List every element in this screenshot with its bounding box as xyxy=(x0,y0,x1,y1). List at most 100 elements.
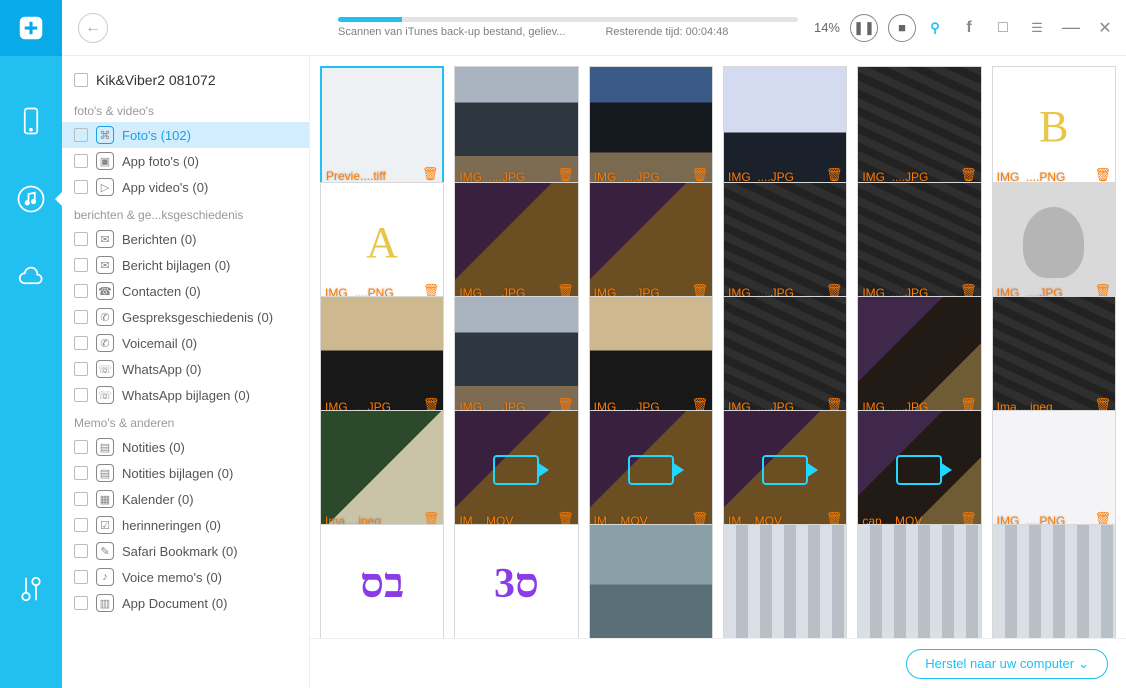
thumbnail[interactable]: IMG_....JPG🗑 xyxy=(454,66,578,187)
tree-item[interactable]: ▣App foto's (0) xyxy=(62,148,309,174)
thumbnail[interactable]: IM....MOV🗑 xyxy=(723,410,847,531)
checkbox[interactable] xyxy=(74,440,88,454)
thumbnail[interactable] xyxy=(723,524,847,638)
feedback-icon[interactable]: □ xyxy=(994,19,1012,37)
thumbnail[interactable]: IMG_....JPG🗑 xyxy=(320,296,444,417)
tree-item[interactable]: ✆Gespreksgeschiedenis (0) xyxy=(62,304,309,330)
thumbnail[interactable]: IMG_....JPG🗑 xyxy=(723,66,847,187)
thumbnail[interactable]: AIMG_....PNG🗑 xyxy=(320,182,444,303)
thumbnail[interactable] xyxy=(857,524,981,638)
checkbox[interactable] xyxy=(74,492,88,506)
video-overlay-icon xyxy=(628,455,674,485)
tree-item[interactable]: ☏WhatsApp bijlagen (0) xyxy=(62,382,309,408)
tree-item[interactable]: ☑herinneringen (0) xyxy=(62,512,309,538)
checkbox[interactable] xyxy=(74,180,88,194)
tree-item-label: App video's (0) xyxy=(122,180,208,195)
tree-item-label: Gespreksgeschiedenis (0) xyxy=(122,310,273,325)
thumbnail[interactable]: IMG_....JPG🗑 xyxy=(589,182,713,303)
thumbnail[interactable]: Previe....tiff🗑 xyxy=(320,66,444,187)
pause-button[interactable]: ❚❚ xyxy=(850,14,878,42)
checkbox[interactable] xyxy=(74,310,88,324)
category-icon: ▦ xyxy=(96,490,114,508)
rail-music-icon[interactable] xyxy=(0,160,62,238)
tree-item[interactable]: ▤ Notities bijlagen (0) xyxy=(62,460,309,486)
section-label: Memo's & anderen xyxy=(62,408,309,434)
rail-device-icon[interactable] xyxy=(0,82,62,160)
thumbnail[interactable]: IMG_....JPG🗑 xyxy=(589,296,713,417)
thumbnail[interactable]: IMG_....JPG🗑 xyxy=(454,296,578,417)
thumbnail-grid: Previe....tiff🗑IMG_....JPG🗑IMG_....JPG🗑I… xyxy=(310,56,1126,638)
menu-icon[interactable]: ☰ xyxy=(1028,19,1046,37)
thumbnail[interactable] xyxy=(992,524,1116,638)
thumbnail[interactable]: בס xyxy=(320,524,444,638)
category-icon: ☑ xyxy=(96,516,114,534)
header: ← Scannen van iTunes back-up bestand, ge… xyxy=(62,0,1126,56)
tree-item[interactable]: ☎Contacten (0) xyxy=(62,278,309,304)
thumbnail[interactable]: Ima....jpeg🗑 xyxy=(320,410,444,531)
checkbox[interactable] xyxy=(74,570,88,584)
stop-button[interactable]: ■ xyxy=(888,14,916,42)
rail-cloud-icon[interactable] xyxy=(0,238,62,316)
checkbox[interactable] xyxy=(74,154,88,168)
key-icon[interactable]: ⚲ xyxy=(926,19,944,37)
left-rail xyxy=(0,0,62,688)
checkbox[interactable] xyxy=(74,544,88,558)
trash-icon[interactable]: 🗑 xyxy=(691,167,708,183)
minimize-icon[interactable]: — xyxy=(1062,19,1080,37)
thumbnail[interactable] xyxy=(589,524,713,638)
thumbnail[interactable]: ס3 xyxy=(454,524,578,638)
checkbox[interactable] xyxy=(74,362,88,376)
tree-item[interactable]: ⌘Foto's (102) xyxy=(62,122,309,148)
trash-icon[interactable]: 🗑 xyxy=(557,167,574,183)
thumbnail[interactable]: Ima....jpeg🗑 xyxy=(992,296,1116,417)
tree-item[interactable]: ☏WhatsApp (0) xyxy=(62,356,309,382)
thumbnail[interactable]: IMG_....PNG🗑 xyxy=(992,410,1116,531)
rail-tools-icon[interactable] xyxy=(0,550,62,628)
tree-item[interactable]: ▥App Document (0) xyxy=(62,590,309,616)
thumbnail[interactable]: IMG_....JPG🗑 xyxy=(723,182,847,303)
thumbnail[interactable]: IM....MOV🗑 xyxy=(589,410,713,531)
thumbnail[interactable]: BIMG_....PNG🗑 xyxy=(992,66,1116,187)
tree-item[interactable]: ✎Safari Bookmark (0) xyxy=(62,538,309,564)
checkbox[interactable] xyxy=(74,284,88,298)
video-overlay-icon xyxy=(493,455,539,485)
footer: Herstel naar uw computer⌄ xyxy=(310,638,1126,688)
tree-item-label: Berichten (0) xyxy=(122,232,196,247)
thumbnail[interactable]: IMG_....JPG🗑 xyxy=(857,66,981,187)
trash-icon[interactable]: 🗑 xyxy=(1094,167,1111,183)
trash-icon[interactable]: 🗑 xyxy=(960,167,977,183)
tree-item[interactable]: ▦Kalender (0) xyxy=(62,486,309,512)
checkbox[interactable] xyxy=(74,518,88,532)
tree-item[interactable]: ♪Voice memo's (0) xyxy=(62,564,309,590)
thumbnail[interactable]: IMG_....JPG🗑 xyxy=(857,296,981,417)
thumbnail[interactable]: IMG_....JPG🗑 xyxy=(589,66,713,187)
tree-item[interactable]: ▷App video's (0) xyxy=(62,174,309,200)
trash-icon[interactable]: 🗑 xyxy=(826,167,843,183)
thumbnail[interactable]: IMG_....JPG🗑 xyxy=(723,296,847,417)
tree-item[interactable]: ✆Voicemail (0) xyxy=(62,330,309,356)
back-button[interactable]: ← xyxy=(78,13,108,43)
trash-icon[interactable]: 🗑 xyxy=(422,166,439,182)
checkbox[interactable] xyxy=(74,596,88,610)
thumbnail[interactable]: IMG_....JPG🗑 xyxy=(992,182,1116,303)
thumbnail[interactable]: cap....MOV🗑 xyxy=(857,410,981,531)
tree-item-label: Notities bijlagen (0) xyxy=(122,466,233,481)
device-title[interactable]: Kik&Viber2 081072 xyxy=(62,68,309,96)
facebook-icon[interactable]: f xyxy=(960,19,978,37)
checkbox[interactable] xyxy=(74,232,88,246)
checkbox[interactable] xyxy=(74,73,88,87)
thumbnail[interactable]: IMG_....JPG🗑 xyxy=(454,182,578,303)
restore-button[interactable]: Herstel naar uw computer⌄ xyxy=(906,649,1108,679)
checkbox[interactable] xyxy=(74,128,88,142)
checkbox[interactable] xyxy=(74,336,88,350)
thumbnail[interactable]: IM....MOV🗑 xyxy=(454,410,578,531)
tree-item[interactable]: ▤Notities (0) xyxy=(62,434,309,460)
category-icon: ▤ xyxy=(96,464,114,482)
close-icon[interactable]: ✕ xyxy=(1096,19,1114,37)
tree-item[interactable]: ✉Berichten (0) xyxy=(62,226,309,252)
checkbox[interactable] xyxy=(74,466,88,480)
thumbnail[interactable]: IMG_....JPG🗑 xyxy=(857,182,981,303)
tree-item[interactable]: ✉Bericht bijlagen (0) xyxy=(62,252,309,278)
checkbox[interactable] xyxy=(74,388,88,402)
checkbox[interactable] xyxy=(74,258,88,272)
